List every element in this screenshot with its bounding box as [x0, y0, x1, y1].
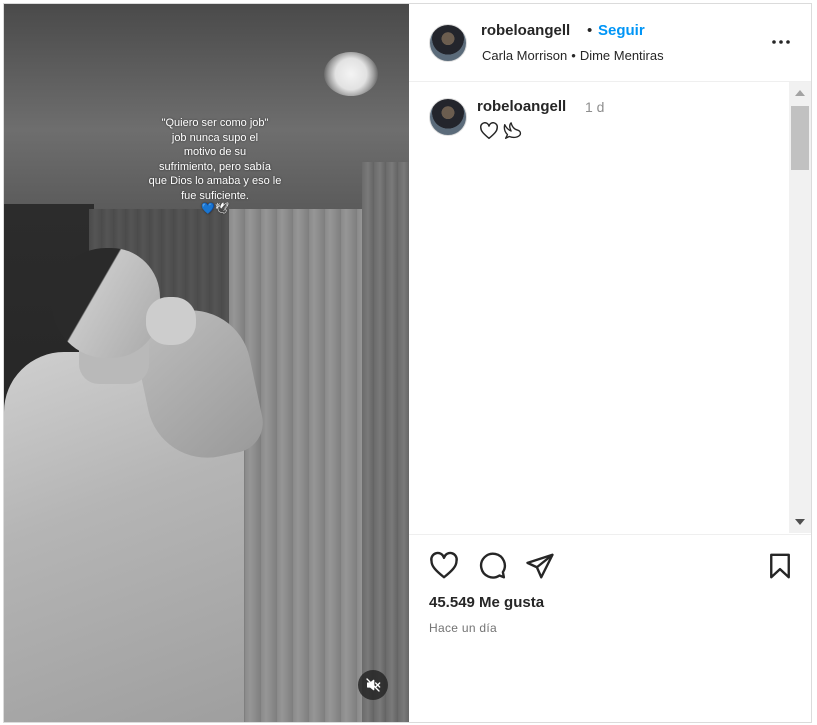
- post-sidebar: robeloangell • Seguir Carla Morrison • Dim…: [409, 4, 811, 722]
- scroll-up-button[interactable]: [789, 82, 811, 104]
- caption-line: que Dios lo amaba y eso le: [148, 175, 282, 187]
- caption-line: job nunca supo el: [171, 131, 259, 144]
- wood-panel-right: [362, 162, 409, 722]
- comment-icon: [479, 552, 506, 579]
- likes-count[interactable]: 45.549 Me gusta: [429, 594, 544, 611]
- wood-panel: [229, 209, 364, 722]
- comment-avatar[interactable]: [429, 98, 467, 136]
- like-button[interactable]: [429, 551, 459, 581]
- audio-artist[interactable]: Carla Morrison: [482, 48, 567, 63]
- comments-scrollbar[interactable]: [789, 82, 811, 533]
- scroll-thumb[interactable]: [791, 106, 809, 170]
- comment-text: [479, 120, 539, 142]
- scroll-down-button[interactable]: [789, 511, 811, 533]
- more-options-button[interactable]: [769, 30, 793, 54]
- comment-time[interactable]: 1 d: [585, 99, 604, 115]
- heart-icon: [430, 551, 458, 579]
- follow-button[interactable]: Seguir: [598, 22, 645, 39]
- comment-username[interactable]: robeloangell: [477, 98, 566, 115]
- comments-section: robeloangell 1 d: [409, 82, 811, 533]
- post-actions: 45.549 Me gusta Hace un día: [409, 534, 811, 723]
- ceiling-lamp: [324, 52, 378, 96]
- share-icon: [526, 553, 554, 579]
- scroll-up-arrow-icon: [795, 90, 805, 96]
- more-options-icon: [772, 40, 790, 44]
- speaker-muted-icon: [366, 678, 381, 692]
- audio-attribution[interactable]: Carla Morrison • Dime Mentiras: [482, 48, 664, 63]
- audio-track[interactable]: Dime Mentiras: [580, 48, 664, 63]
- scroll-down-arrow-icon: [795, 519, 805, 525]
- avatar[interactable]: [429, 24, 467, 62]
- post-timestamp[interactable]: Hace un día: [429, 621, 497, 635]
- bookmark-icon: [770, 553, 790, 579]
- heart-outline-icon: [480, 122, 498, 140]
- post-video[interactable]: "Quiero ser como job" job nunca supo el …: [4, 4, 409, 722]
- audio-separator: •: [571, 48, 576, 63]
- caption-emoji: 💙🕊: [201, 203, 229, 215]
- username-link[interactable]: robeloangell: [481, 22, 570, 39]
- caption-line: sufrimiento, pero sabía: [159, 160, 271, 173]
- caption-line: motivo de su: [183, 146, 247, 158]
- separator-dot: •: [587, 22, 593, 39]
- mute-button[interactable]: [358, 670, 388, 700]
- share-button[interactable]: [525, 551, 555, 581]
- post-header: robeloangell • Seguir Carla Morrison • Dim…: [409, 4, 811, 82]
- comment-button[interactable]: [477, 551, 507, 581]
- video-caption: "Quiero ser como job" job nunca supo el …: [134, 116, 296, 216]
- caption-line: fue suficiente.: [181, 189, 249, 202]
- person-hand: [146, 297, 196, 345]
- caption-line: "Quiero ser como job": [161, 117, 269, 129]
- dove-icon: [503, 122, 522, 139]
- save-button[interactable]: [765, 551, 795, 581]
- person-head: [52, 248, 160, 358]
- post-modal: "Quiero ser como job" job nunca supo el …: [3, 3, 812, 723]
